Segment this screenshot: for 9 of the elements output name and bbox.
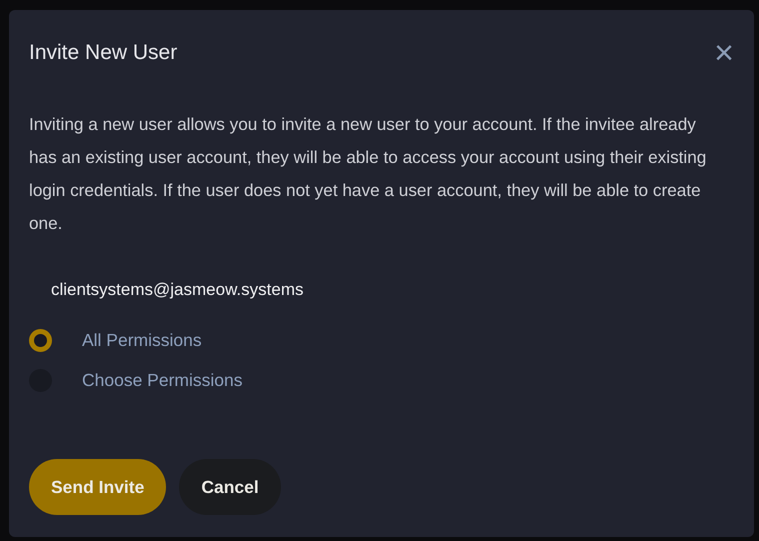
email-text: clientsystems@jasmeow.systems xyxy=(51,280,304,300)
radio-button[interactable] xyxy=(29,329,52,352)
cancel-button[interactable]: Cancel xyxy=(179,459,281,515)
permission-option[interactable]: Choose Permissions xyxy=(82,370,242,391)
dialog-title: Invite New User xyxy=(29,41,178,65)
close-button[interactable]: × xyxy=(714,36,734,70)
description-text: Inviting a new user allows you to invite a new user to your account. If the invitee already has an existing user account, they will be able to access your account using their existing login credentials. If the user does not yet have a user account, they will be able to create one. xyxy=(29,113,708,235)
send-invite-button[interactable]: Send Invite xyxy=(29,459,166,515)
permission-option[interactable]: All Permissions xyxy=(82,330,202,351)
